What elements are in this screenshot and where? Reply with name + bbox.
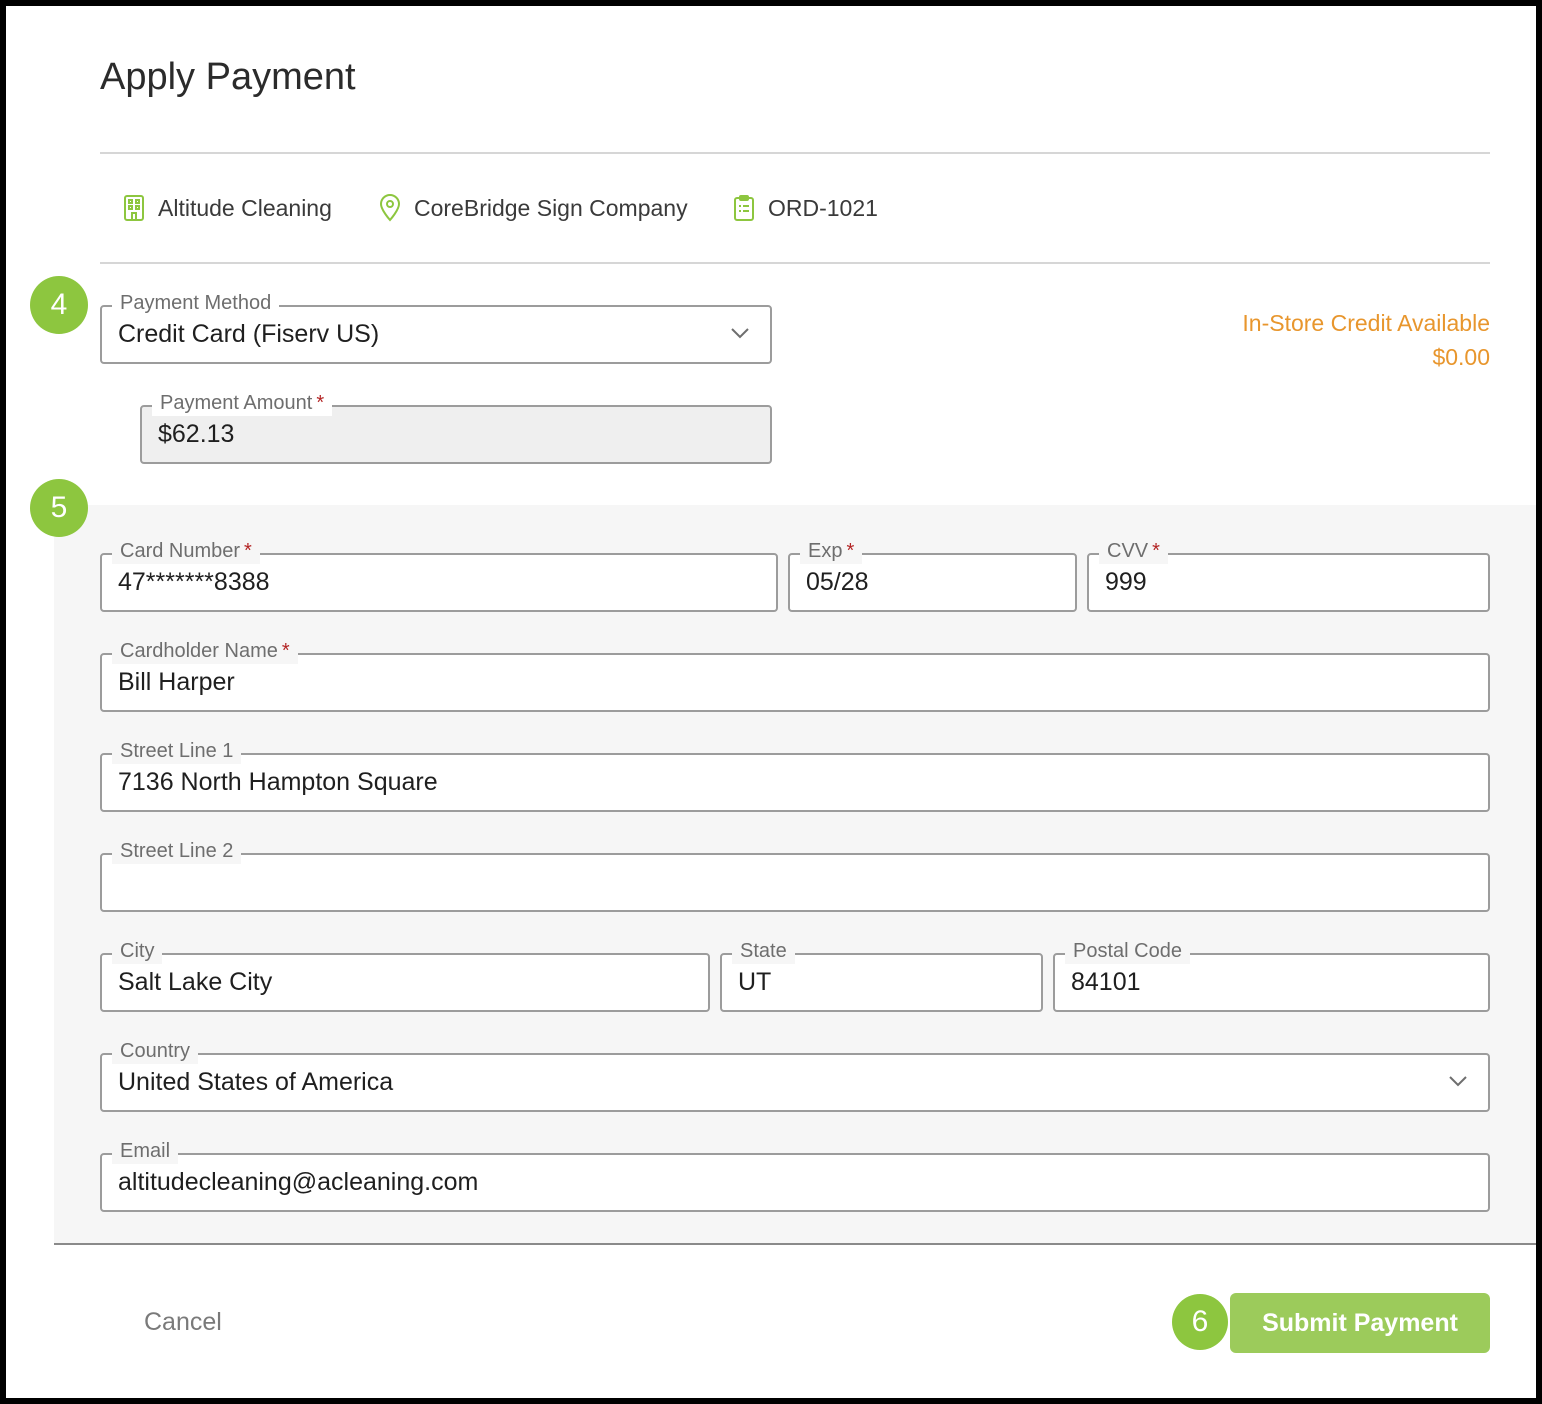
panel-divider (54, 1243, 1536, 1245)
street-line-1-field[interactable]: Street Line 1 7136 North Hampton Square (100, 738, 1490, 812)
payment-amount-value: $62.13 (158, 420, 235, 448)
postal-code-value: 84101 (1071, 968, 1141, 996)
chevron-down-icon (730, 326, 750, 344)
street-line-2-field[interactable]: Street Line 2 (100, 838, 1490, 912)
order-number: ORD-1021 (768, 194, 878, 221)
step-badge-5: 5 (30, 479, 88, 537)
payment-method-value: Credit Card (Fiserv US) (118, 320, 380, 348)
city-value: Salt Lake City (118, 968, 273, 996)
country-value: United States of America (118, 1068, 394, 1096)
divider-context (100, 262, 1490, 264)
divider-top (100, 152, 1490, 154)
cardholder-name-value: Bill Harper (118, 668, 235, 696)
apply-payment-dialog: Apply Payment Altitude Cleaning CoreBrid… (6, 6, 1536, 1398)
building-icon (122, 194, 146, 222)
in-store-credit: In-Store Credit Available $0.00 (1242, 306, 1490, 374)
credit-value: $0.00 (1432, 344, 1490, 370)
email-value: altitudecleaning@acleaning.com (118, 1168, 479, 1196)
clipboard-icon (732, 194, 756, 222)
location-name: CoreBridge Sign Company (414, 194, 688, 221)
payment-method-select[interactable]: Payment Method Credit Card (Fiserv US) (100, 290, 772, 364)
chevron-down-icon (1448, 1074, 1468, 1092)
cvv-field[interactable]: CVV * 999 (1087, 538, 1490, 612)
credit-label: In-Store Credit Available (1242, 310, 1490, 336)
exp-field[interactable]: Exp * 05/28 (788, 538, 1077, 612)
location-pin-icon (378, 194, 402, 222)
state-value: UT (738, 968, 772, 996)
context-order: ORD-1021 (732, 194, 878, 222)
submit-payment-button[interactable]: Submit Payment (1230, 1293, 1490, 1353)
cardholder-name-field[interactable]: Cardholder Name * Bill Harper (100, 638, 1490, 712)
step-badge-6: 6 (1172, 1294, 1228, 1350)
street-line-2-value (118, 855, 1438, 910)
postal-code-field[interactable]: Postal Code 84101 (1053, 938, 1490, 1012)
email-field[interactable]: Email altitudecleaning@acleaning.com (100, 1138, 1490, 1212)
step-badge-4: 4 (30, 276, 88, 334)
dialog-title: Apply Payment (100, 56, 356, 98)
context-location: CoreBridge Sign Company (378, 194, 688, 222)
cancel-button[interactable]: Cancel (122, 1296, 244, 1348)
card-number-value: 47*******8388 (118, 568, 270, 596)
city-field[interactable]: City Salt Lake City (100, 938, 710, 1012)
payment-amount-field[interactable]: Payment Amount * $62.13 (140, 390, 772, 464)
company-name: Altitude Cleaning (158, 194, 332, 221)
state-field[interactable]: State UT (720, 938, 1043, 1012)
cvv-value: 999 (1105, 568, 1147, 596)
street-line-1-value: 7136 North Hampton Square (118, 768, 438, 796)
country-select[interactable]: Country United States of America (100, 1038, 1490, 1112)
context-company: Altitude Cleaning (122, 194, 332, 222)
exp-value: 05/28 (806, 568, 869, 596)
card-number-field[interactable]: Card Number * 47*******8388 (100, 538, 778, 612)
